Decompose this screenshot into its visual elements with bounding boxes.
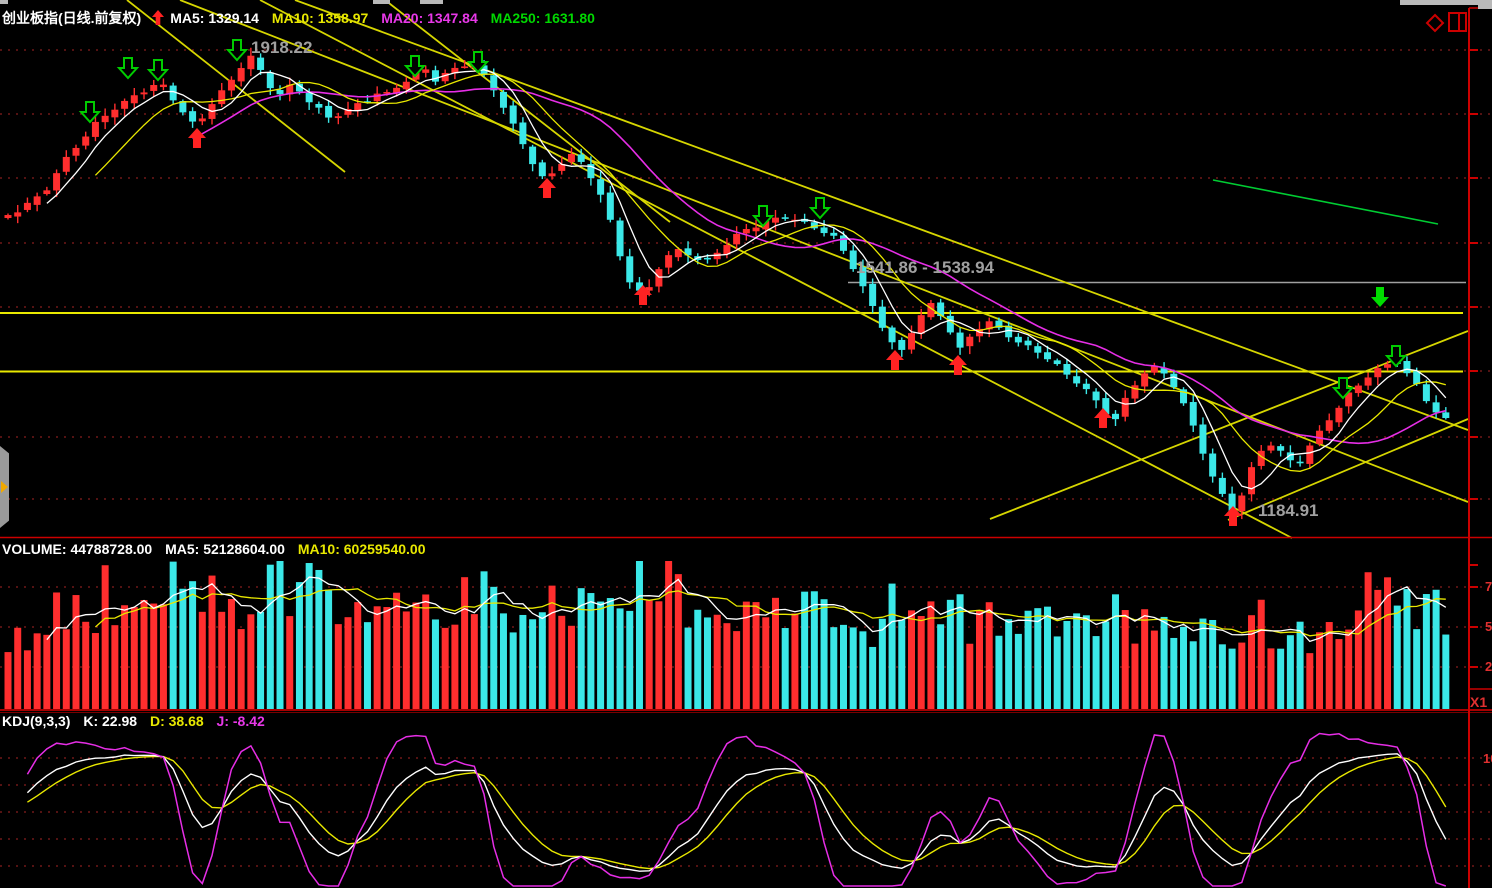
volume-value: VOLUME: 44788728.00 [2,541,152,557]
volume-pane-header: VOLUME: 44788728.00 MA5: 52128604.00 MA1… [2,541,435,557]
peak-price-annotation: 1918.22 [251,38,312,58]
toolbar-remnant [420,0,443,4]
toolbar-remnant [373,0,390,4]
symbol-title: 创业板指(日线.前复权) [2,10,141,26]
window-restore-icon[interactable] [1449,13,1466,31]
kdj-pane-header: KDJ(9,3,3) K: 22.98 D: 38.68 J: -8.42 [2,713,274,729]
kdj-d-value: D: 38.68 [150,713,204,729]
sidebar-flyout-handle[interactable] [0,446,9,528]
expand-arrow-icon [1,481,8,493]
volume-ma10-value: MA10: 60259540.00 [298,541,426,557]
diamond-icon[interactable] [1427,15,1443,31]
ma5-value: MA5: 1329.14 [170,10,259,26]
range-price-annotation: 1541.86 - 1538.94 [856,258,994,278]
up-arrow-icon [152,10,164,25]
volume-axis-label-25m: 25000000 [1485,659,1492,674]
ma250-value: MA250: 1631.80 [491,10,595,26]
main-pane-header: 创业板指(日线.前复权) MA5: 1329.14 MA10: 1358.97 M… [2,8,604,28]
volume-axis-label-50m: 50000000 [1485,619,1492,634]
volume-axis-label-75m: 75000000 [1485,579,1492,594]
window-controls [1422,5,1470,35]
toolbar-remnant [1478,0,1492,9]
volume-scale-label: X1 [1470,694,1487,710]
kdj-j-value: J: -8.42 [217,713,265,729]
low-price-annotation: 1184.91 [1258,501,1319,521]
kdj-k-value: K: 22.98 [83,713,137,729]
kdj-indicator-name: KDJ(9,3,3) [2,713,70,729]
ma20-value: MA20: 1347.84 [381,10,478,26]
chart-canvas[interactable] [0,0,1492,888]
chart-application: 创业板指(日线.前复权) MA5: 1329.14 MA10: 1358.97 M… [0,0,1492,888]
toolbar-remnant [0,0,8,4]
ma10-value: MA10: 1358.97 [272,10,369,26]
kdj-axis-label-100: 100 [1483,751,1492,766]
volume-ma5-value: MA5: 52128604.00 [165,541,285,557]
